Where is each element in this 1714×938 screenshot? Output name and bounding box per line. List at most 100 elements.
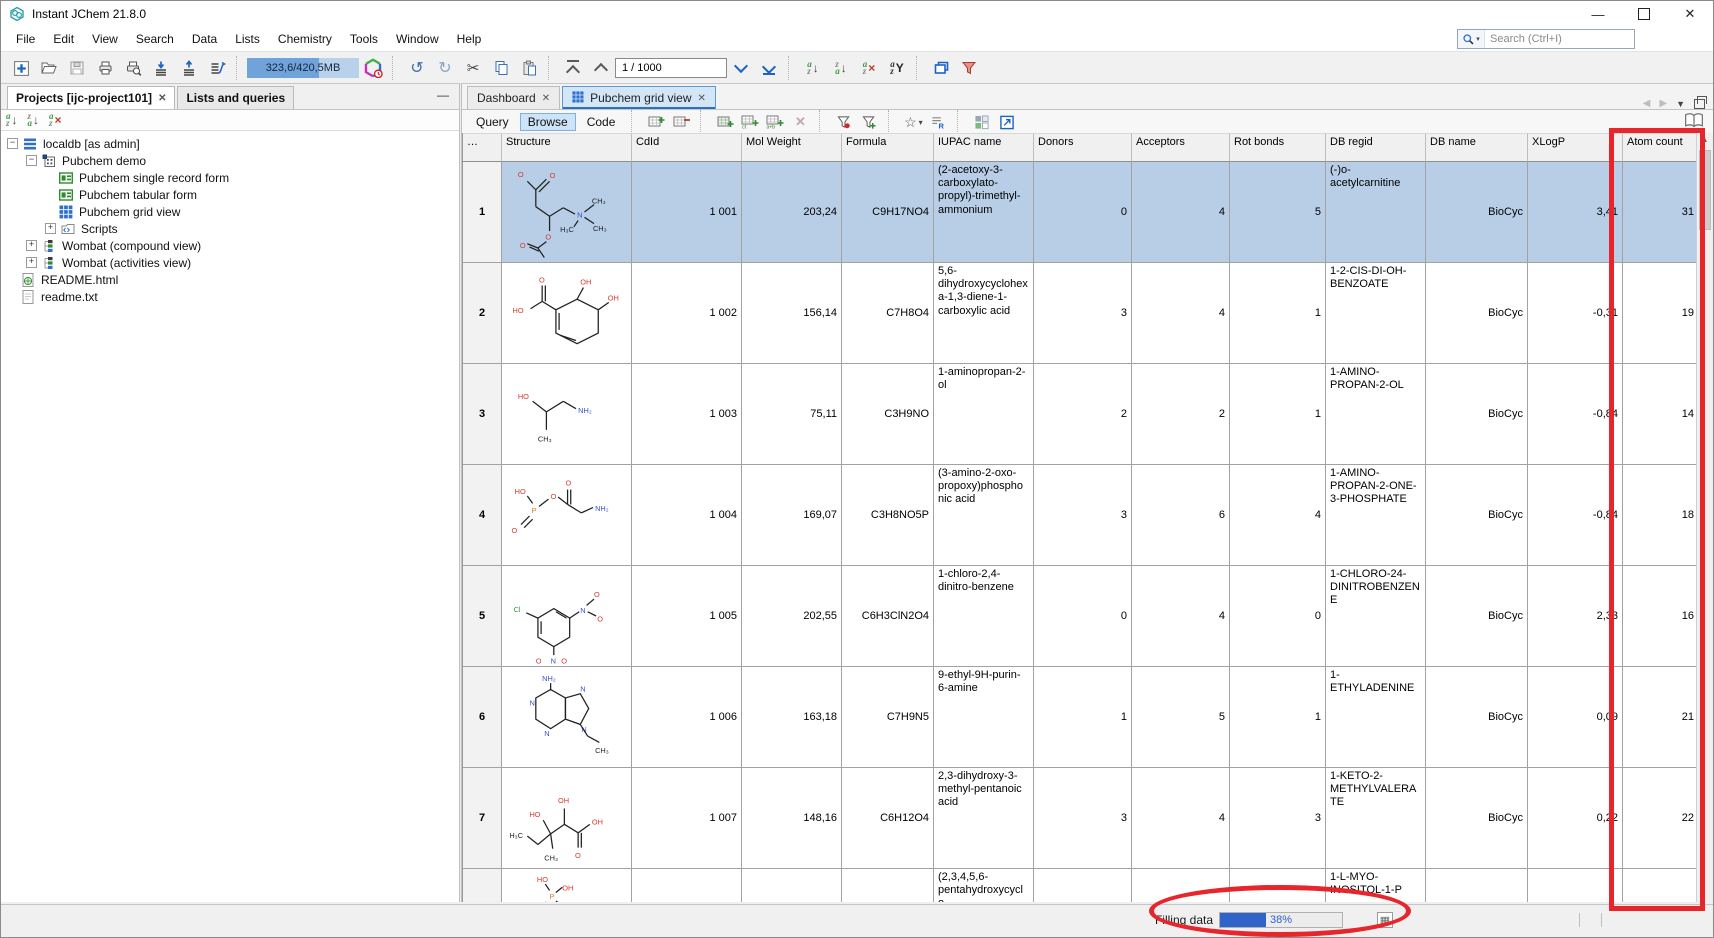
cell-iupac[interactable]: 2,3-dihydroxy-3-methyl-pentanoic acid	[934, 768, 1034, 869]
insert-row-button[interactable]	[645, 112, 667, 132]
expander-icon[interactable]: −	[26, 155, 37, 166]
column-header-cdid[interactable]: CdId	[632, 133, 742, 162]
cell-rot_bonds[interactable]: 1	[1230, 667, 1326, 768]
mode-query-button[interactable]: Query	[468, 113, 517, 131]
cell-mol_weight[interactable]	[742, 869, 842, 902]
cell-donors[interactable]: 0	[1034, 566, 1132, 667]
cell-num[interactable]: 5	[463, 566, 502, 667]
table-row[interactable]: 2 O HO OH OH 1 002156,14C7H8O45,6-dihydr…	[463, 263, 1699, 364]
jchem-hexagon-icon[interactable]	[360, 55, 386, 81]
cell-acceptors[interactable]: 4	[1132, 162, 1230, 263]
cell-mol_weight[interactable]: 75,11	[742, 364, 842, 465]
copy-button[interactable]	[488, 55, 514, 81]
reference-book-icon[interactable]	[1683, 111, 1705, 134]
cell-acceptors[interactable]: 4	[1132, 566, 1230, 667]
column-header-atom_count[interactable]: Atom count	[1623, 133, 1699, 162]
cell-num[interactable]: 6	[463, 667, 502, 768]
column-header-rot_bonds[interactable]: Rot bonds	[1230, 133, 1326, 162]
cell-rot_bonds[interactable]: 0	[1230, 566, 1326, 667]
redo-button[interactable]: ↻	[432, 55, 458, 81]
next-record-button[interactable]	[728, 55, 754, 81]
remove-field-button[interactable]: ✕	[789, 112, 811, 132]
cell-formula[interactable]: C7H8O4	[842, 263, 934, 364]
new-button[interactable]	[8, 55, 34, 81]
minimize-window-button[interactable]: —	[1575, 1, 1621, 27]
menu-file[interactable]: File	[7, 29, 44, 49]
save-button[interactable]	[64, 55, 90, 81]
record-position-field[interactable]	[615, 58, 727, 78]
new-field-button[interactable]	[714, 112, 736, 132]
column-header-db_name[interactable]: DB name	[1426, 133, 1528, 162]
cascade-windows-button[interactable]	[928, 55, 954, 81]
close-icon[interactable]: ✕	[158, 93, 166, 104]
cell-db_name[interactable]: BioCyc	[1426, 768, 1528, 869]
cell-iupac[interactable]: 9-ethyl-9H-purin-6-amine	[934, 667, 1034, 768]
column-header-donors[interactable]: Donors	[1034, 133, 1132, 162]
cell-db_regid[interactable]: 1-2-CIS-DI-OH-BENZOATE	[1326, 263, 1426, 364]
cell-db_regid[interactable]: 1-L-MYO-INOSITOL-1-P	[1326, 869, 1426, 902]
cell-structure[interactable]: HOP O O O NH₂	[502, 465, 632, 566]
menu-lists[interactable]: Lists	[226, 29, 269, 49]
cell-formula[interactable]: C9H17NO4	[842, 162, 934, 263]
cell-acceptors[interactable]: 2	[1132, 364, 1230, 465]
cell-cdid[interactable]: 1 001	[632, 162, 742, 263]
cell-db_name[interactable]: BioCyc	[1426, 667, 1528, 768]
mode-code-button[interactable]: Code	[579, 113, 624, 131]
cell-num[interactable]	[463, 869, 502, 902]
cell-donors[interactable]	[1034, 869, 1132, 902]
tab-lists-and-queries[interactable]: Lists and queries	[177, 86, 294, 109]
cell-atom_count[interactable]: 21	[1623, 667, 1699, 768]
restore-window-icon[interactable]	[1694, 99, 1705, 109]
cell-structure[interactable]: HOOHP O	[502, 869, 632, 902]
cell-atom_count[interactable]: 31	[1623, 162, 1699, 263]
filter-active-button[interactable]	[833, 112, 855, 132]
table-row[interactable]: 6 NH₂ NN NN CH₃ 1 006163,18C7H9N59-ethyl…	[463, 667, 1699, 768]
cell-db_regid[interactable]: 1-KETO-2-METHYLVALERATE	[1326, 768, 1426, 869]
share-button[interactable]	[204, 55, 230, 81]
cell-mol_weight[interactable]: 156,14	[742, 263, 842, 364]
tree-item[interactable]: − Pubchem demo	[1, 152, 459, 169]
delete-row-button[interactable]	[670, 112, 692, 132]
cell-num[interactable]: 7	[463, 768, 502, 869]
table-row[interactable]: 1 O O NCH₃ CH₃ H₃C O O 1 001203,24C9H17N…	[463, 162, 1699, 263]
last-record-button[interactable]	[756, 55, 782, 81]
table-row[interactable]: HOOHP O (2,3,4,5,6-pentahydroxycyclo 1-L-…	[463, 869, 1699, 902]
tree-sort-ascending-button[interactable]: az↓	[6, 113, 18, 127]
cell-cdid[interactable]	[632, 869, 742, 902]
tree-item[interactable]: + Wombat (activities view)	[1, 254, 459, 271]
cell-iupac[interactable]: (2,3,4,5,6-pentahydroxycyclo	[934, 869, 1034, 902]
cell-xlogp[interactable]	[1528, 869, 1623, 902]
minimize-panel-button[interactable]: —	[437, 88, 449, 102]
column-header-mol_weight[interactable]: Mol Weight	[742, 133, 842, 162]
undo-button[interactable]: ↺	[404, 55, 430, 81]
cell-acceptors[interactable]: 6	[1132, 465, 1230, 566]
cell-iupac[interactable]: 1-chloro-2,4-dinitro-benzene	[934, 566, 1034, 667]
cell-db_regid[interactable]: 1-ETHYLADENINE	[1326, 667, 1426, 768]
search-input[interactable]	[1485, 33, 1634, 45]
remove-sort-button[interactable]: az×	[856, 55, 882, 81]
cell-rot_bonds[interactable]: 1	[1230, 364, 1326, 465]
cell-xlogp[interactable]: -0,84	[1528, 465, 1623, 566]
sort-descending-button[interactable]: za↓	[828, 55, 854, 81]
tree-item[interactable]: Pubchem tabular form	[1, 186, 459, 203]
cell-cdid[interactable]: 1 005	[632, 566, 742, 667]
cell-structure[interactable]: O O NCH₃ CH₃ H₃C O O	[502, 162, 632, 263]
scrollbar-up-icon[interactable]: ▲	[1697, 133, 1713, 148]
cell-iupac[interactable]: 1-aminopropan-2-ol	[934, 364, 1034, 465]
import-button[interactable]	[148, 55, 174, 81]
cell-rot_bonds[interactable]: 1	[1230, 263, 1326, 364]
cell-formula[interactable]: C3H8NO5P	[842, 465, 934, 566]
cell-num[interactable]: 2	[463, 263, 502, 364]
cell-donors[interactable]: 3	[1034, 768, 1132, 869]
list-details-button[interactable]: R	[927, 112, 949, 132]
column-header-acceptors[interactable]: Acceptors	[1132, 133, 1230, 162]
cell-donors[interactable]: 1	[1034, 667, 1132, 768]
cell-formula[interactable]: C6H3ClN2O4	[842, 566, 934, 667]
menu-data[interactable]: Data	[183, 29, 226, 49]
cell-acceptors[interactable]: 5	[1132, 667, 1230, 768]
cell-formula[interactable]: C7H9N5	[842, 667, 934, 768]
table-row[interactable]: 5 Cl N O O N OO 1 005202,55C6H3ClN2O41-c…	[463, 566, 1699, 667]
cell-acceptors[interactable]: 4	[1132, 768, 1230, 869]
widget-layout-button[interactable]	[971, 112, 993, 132]
cell-atom_count[interactable]: 14	[1623, 364, 1699, 465]
